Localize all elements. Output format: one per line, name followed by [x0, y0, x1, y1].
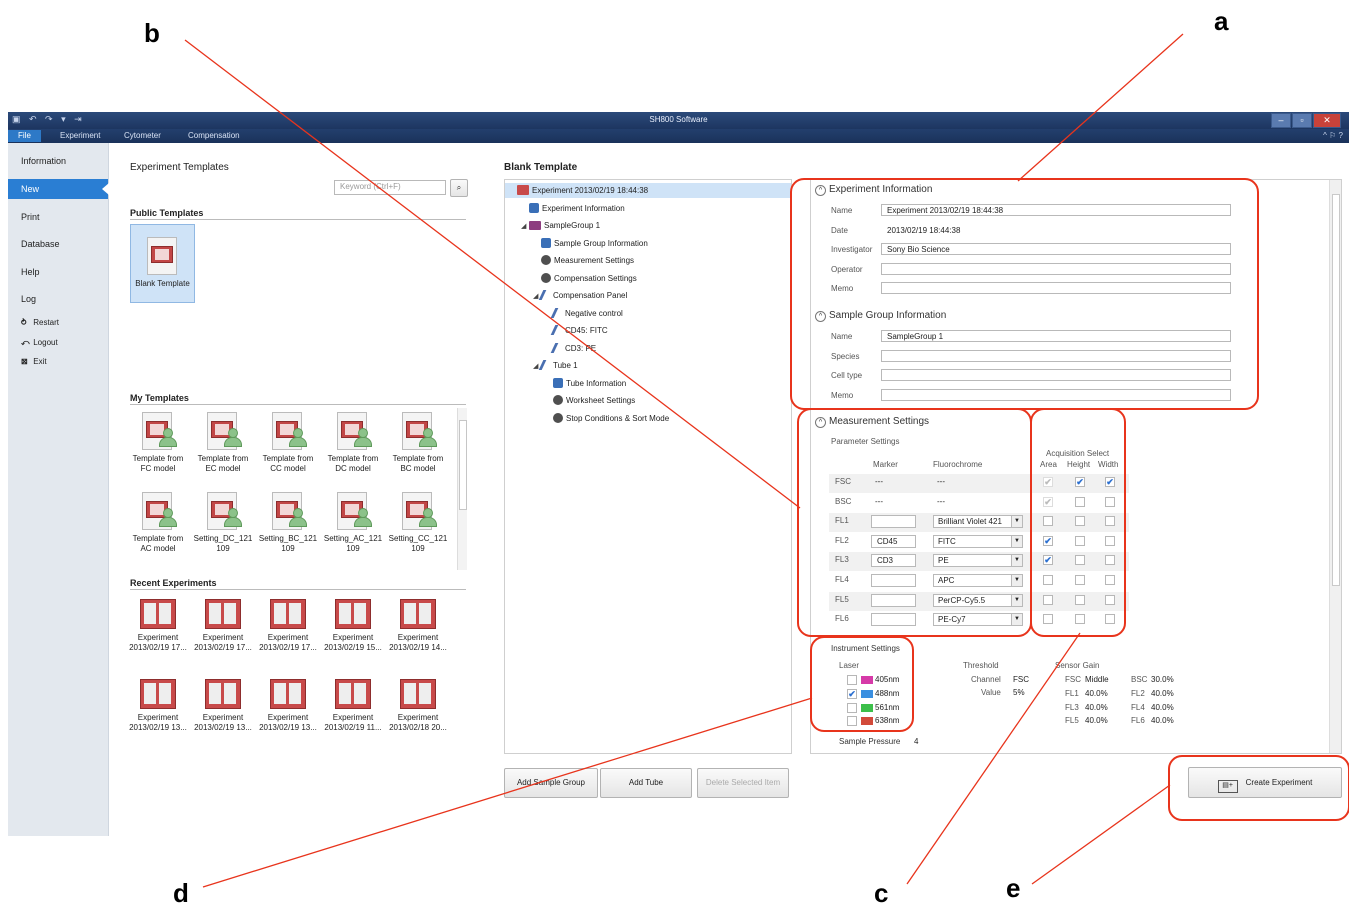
callout-line-e — [1031, 784, 1171, 885]
callout-line-c — [906, 632, 1081, 885]
callout-line-d — [202, 697, 813, 888]
callout-line-a — [1017, 33, 1184, 182]
callout-lines — [184, 33, 1184, 888]
callout-line-b — [184, 39, 801, 509]
